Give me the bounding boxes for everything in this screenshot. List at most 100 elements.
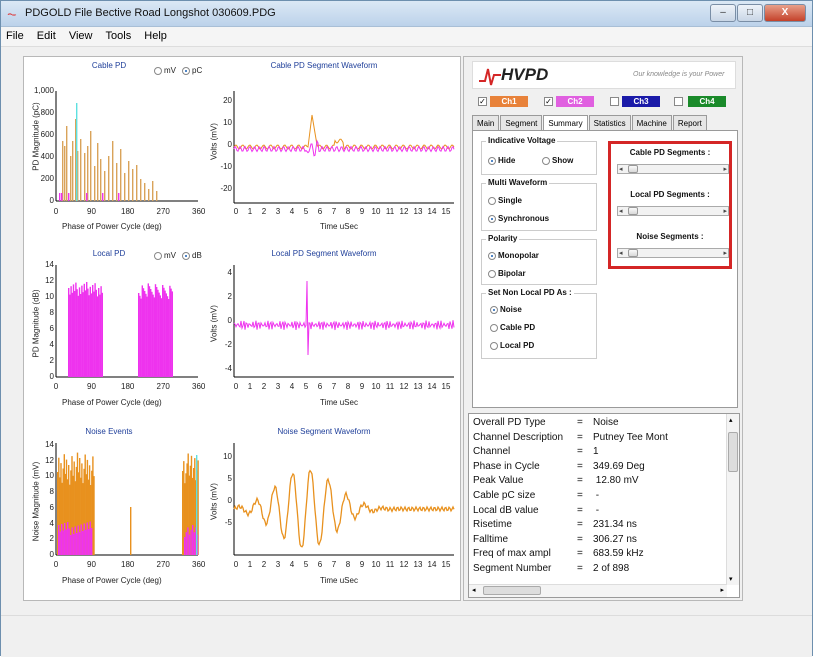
radio-selected-icon: [182, 251, 190, 260]
segment-info-box[interactable]: Overall PD Type = Noise Channel Description…: [468, 413, 740, 598]
local-wave-xlabel: Time uSec: [320, 398, 358, 407]
tick-label: 2: [261, 207, 267, 216]
scroll-thumb[interactable]: [628, 249, 638, 257]
non-local-title: Set Non Local PD As :: [486, 288, 574, 297]
bar-mark: [100, 159, 102, 201]
tick-label: 15: [441, 382, 451, 391]
bar-mark: [80, 294, 82, 377]
scroll-right-icon[interactable]: ▸: [720, 586, 724, 594]
tick-label: 3: [275, 207, 281, 216]
radio-icon: [154, 66, 162, 75]
tick-label: -10: [220, 162, 232, 171]
local-pd-segments-label: Local PD Segments :: [630, 190, 710, 199]
bar-mark: [160, 298, 163, 377]
local-pd-segments-scrollbar[interactable]: ◂ ▸: [617, 206, 729, 216]
indicative-voltage-title: Indicative Voltage: [486, 136, 558, 145]
menu-file[interactable]: File: [1, 27, 29, 42]
bar-mark: [64, 523, 66, 555]
tab-statistics[interactable]: Statistics: [588, 115, 631, 131]
bar-mark: [61, 193, 63, 201]
indicative-show-radio[interactable]: Show: [542, 156, 573, 165]
menu-help[interactable]: Help: [139, 27, 172, 42]
bar-mark: [184, 537, 186, 555]
bar-mark: [128, 161, 130, 201]
tick-label: 14: [427, 382, 437, 391]
scroll-thumb[interactable]: [728, 432, 738, 472]
info-row: Freq of max ampl = 683.59 kHz: [473, 548, 644, 559]
menu-view[interactable]: View: [64, 27, 98, 42]
polarity-monopolar-radio[interactable]: Monopolar: [488, 251, 539, 260]
bar-mark: [98, 288, 100, 377]
cable-wave-plot: [233, 91, 455, 204]
bar-mark: [83, 523, 85, 555]
bar-mark: [152, 294, 154, 377]
noise-segments-scrollbar[interactable]: ◂ ▸: [617, 248, 729, 258]
bar-mark: [76, 289, 78, 377]
info-horizontal-scrollbar[interactable]: ◂ ▸: [469, 584, 727, 597]
nonlocal-localpd-radio[interactable]: Local PD: [490, 341, 534, 350]
tick-label: 180: [121, 560, 135, 569]
ch3-checkbox[interactable]: [610, 97, 619, 106]
maximize-button[interactable]: □: [737, 4, 763, 22]
scroll-right-icon[interactable]: ▸: [723, 165, 727, 173]
tab-main[interactable]: Main: [472, 115, 500, 131]
control-pane: HVPD Our knowledge is your Power ✓ Ch1 ✓…: [463, 56, 743, 601]
scroll-down-icon[interactable]: ▾: [729, 575, 733, 583]
info-equals: =: [577, 446, 583, 458]
multi-waveform-title: Multi Waveform: [486, 178, 550, 187]
ch1-label: Ch1: [490, 96, 528, 107]
tick-label: 0: [233, 207, 239, 216]
indicative-hide-radio[interactable]: Hide: [488, 156, 515, 165]
bar-mark: [94, 166, 96, 201]
tick-label: 8: [345, 560, 351, 569]
tick-label: 180: [121, 382, 135, 391]
tick-label: 2: [49, 356, 54, 365]
tab-machine[interactable]: Machine: [631, 115, 672, 131]
bar-mark: [193, 532, 195, 555]
cable-pd-segments-scrollbar[interactable]: ◂ ▸: [617, 164, 729, 174]
scroll-thumb[interactable]: [628, 207, 638, 215]
menu-tools[interactable]: Tools: [101, 27, 137, 42]
ch4-checkbox[interactable]: [674, 97, 683, 106]
local-pd-title: Local PD: [92, 249, 126, 258]
multi-single-radio[interactable]: Single: [488, 196, 522, 205]
tab-report[interactable]: Report: [672, 115, 707, 131]
scroll-right-icon[interactable]: ▸: [723, 207, 727, 215]
ch1-checkbox[interactable]: ✓: [478, 97, 487, 106]
scroll-left-icon[interactable]: ◂: [619, 165, 623, 173]
cable-pd-mv-radio[interactable]: mV: [154, 66, 176, 75]
local-pd-db-radio[interactable]: dB: [182, 251, 202, 260]
close-button[interactable]: X: [764, 4, 806, 22]
info-equals: =: [577, 548, 583, 560]
local-pd-mv-radio[interactable]: mV: [154, 251, 176, 260]
scroll-left-icon[interactable]: ◂: [619, 249, 623, 257]
indicative-voltage-group: Indicative Voltage Hide Show: [481, 136, 597, 175]
segments-highlight-box: Cable PD Segments : ◂ ▸ Local PD Segments…: [608, 141, 732, 269]
ch2-checkbox[interactable]: ✓: [544, 97, 553, 106]
minimize-button[interactable]: –: [710, 4, 736, 22]
scroll-up-icon[interactable]: ▴: [729, 416, 733, 424]
polarity-bipolar-radio[interactable]: Bipolar: [488, 269, 526, 278]
nonlocal-noise-radio[interactable]: Noise: [490, 305, 522, 314]
scroll-right-icon[interactable]: ▸: [723, 249, 727, 257]
bar-mark: [169, 285, 171, 377]
cable-pd-plot: [55, 91, 198, 202]
bar-mark: [91, 528, 93, 555]
tick-label: 2: [261, 560, 267, 569]
multi-synchronous-radio[interactable]: Synchronous: [488, 214, 549, 223]
bar-mark: [140, 179, 142, 201]
radio-icon: [488, 196, 496, 205]
nonlocal-cablepd-radio[interactable]: Cable PD: [490, 323, 535, 332]
scroll-thumb[interactable]: [483, 586, 541, 595]
cable-pd-pc-radio[interactable]: pC: [182, 66, 202, 75]
scroll-left-icon[interactable]: ◂: [619, 207, 623, 215]
menu-edit[interactable]: Edit: [32, 27, 61, 42]
tick-label: 0: [233, 560, 239, 569]
radio-icon: [488, 269, 496, 278]
scroll-left-icon[interactable]: ◂: [472, 586, 476, 594]
noise-wave-plot: [233, 443, 455, 556]
scroll-thumb[interactable]: [628, 165, 638, 173]
info-vertical-scrollbar[interactable]: ▴ ▾: [726, 414, 739, 585]
tab-segment[interactable]: Segment: [500, 115, 543, 131]
bar-mark: [150, 289, 152, 377]
